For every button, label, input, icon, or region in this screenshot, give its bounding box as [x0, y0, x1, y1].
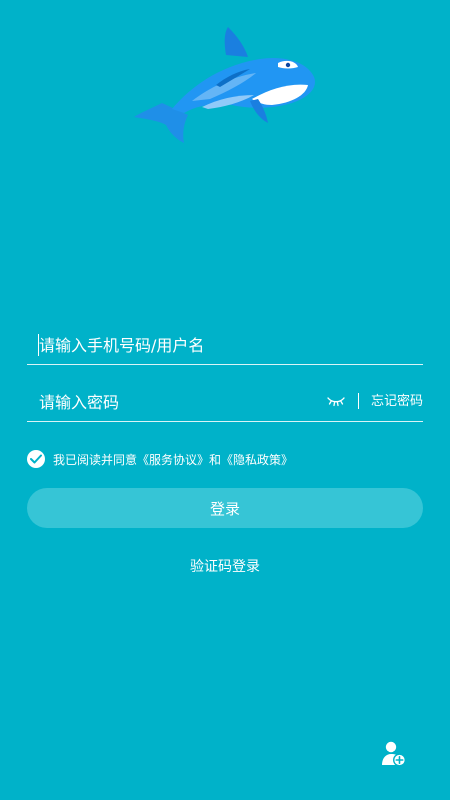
username-field — [27, 325, 423, 365]
agreement-prefix: 我已阅读并同意 — [53, 452, 138, 467]
sms-code-login-link[interactable]: 验证码登录 — [0, 556, 450, 576]
password-field: 忘记密码 — [27, 382, 423, 422]
username-input[interactable] — [39, 331, 319, 359]
add-user-icon[interactable] — [382, 741, 406, 767]
orca-whale-logo — [134, 27, 316, 143]
terms-of-service-link[interactable]: 《服务协议》 — [137, 451, 209, 468]
check-circle-icon[interactable] — [27, 450, 45, 468]
login-screen: 忘记密码 我已阅读并同意 《服务协议》 和 《隐私政策》 登录 验证码登录 — [0, 0, 450, 800]
eye-closed-icon[interactable] — [327, 394, 345, 408]
field-divider — [358, 393, 359, 409]
forgot-password-link[interactable]: 忘记密码 — [371, 393, 423, 411]
privacy-policy-link[interactable]: 《隐私政策》 — [221, 451, 293, 468]
agreement-row: 我已阅读并同意 《服务协议》 和 《隐私政策》 — [27, 448, 293, 470]
password-input[interactable] — [39, 388, 299, 416]
agreement-and: 和 — [209, 452, 222, 467]
login-button[interactable]: 登录 — [27, 488, 423, 528]
